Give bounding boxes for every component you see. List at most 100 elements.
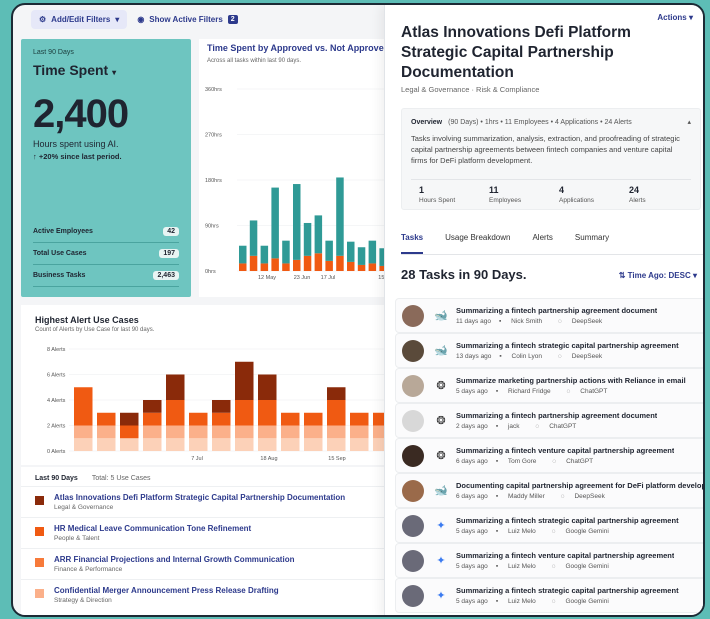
task-row[interactable]: ✦ Summarizing a fintech venture capital p… <box>395 543 703 578</box>
use-case-item[interactable]: Confidential Merger Announcement Press R… <box>21 579 385 610</box>
bar-segment <box>235 438 254 451</box>
bar-segment <box>327 425 346 439</box>
task-row[interactable]: 🐋 Summarizing a fintech partnership agree… <box>395 298 703 333</box>
bar-segment <box>235 400 254 426</box>
chevron-up-icon[interactable]: ▴ <box>687 118 691 126</box>
add-edit-filters-button[interactable]: ⚙ Add/Edit Filters ▾ <box>31 9 128 29</box>
bar-approved <box>368 240 377 264</box>
overview-description: Tasks involving summarization, analysis,… <box>411 134 680 165</box>
task-row[interactable]: 🐋 Documenting capital partnership agreeme… <box>395 473 703 508</box>
bar-not-approved <box>249 255 258 271</box>
bar-segment <box>189 438 208 451</box>
task-name: Summarizing a fintech strategic capital … <box>456 516 679 525</box>
task-row[interactable]: ❂ Summarizing a fintech partnership agree… <box>395 403 703 438</box>
task-row[interactable]: ❂ Summarizing a fintech venture capital p… <box>395 438 703 473</box>
bar-segment <box>258 400 277 426</box>
bar-not-approved <box>260 263 269 271</box>
task-app: Google Gemini <box>565 598 609 605</box>
chevron-down-icon: ▾ <box>692 271 697 280</box>
bar-segment <box>143 400 162 413</box>
app-window: ⚙ Add/Edit Filters ▾ ◉ Show Active Filte… <box>11 3 705 617</box>
task-ago: 2 days ago <box>456 423 488 430</box>
task-meta: 5 days ago ▪ Luiz Melo ◌ Google Gemini <box>456 598 679 605</box>
bar-segment <box>166 425 185 439</box>
task-name: Summarizing a fintech strategic capital … <box>456 586 679 595</box>
app-icon: ◌ <box>551 528 556 535</box>
app-icon: ◌ <box>535 423 540 430</box>
bar-segment <box>166 400 185 426</box>
bar-segment <box>97 425 116 439</box>
task-ago: 6 days ago <box>456 458 488 465</box>
user-icon: ▪ <box>499 353 502 360</box>
detail-tabs: Tasks Usage Breakdown Alerts Summary <box>401 233 703 255</box>
sort-button[interactable]: ⇅ Time Ago: DESC ▾ <box>619 271 697 280</box>
overview-card: Overview (90 Days) • 1hrs • 11 Employees… <box>401 108 701 210</box>
bar-approved <box>303 222 312 256</box>
bar-approved <box>260 245 269 264</box>
user-icon: ▪ <box>495 388 499 395</box>
bar-approved <box>271 187 279 259</box>
filter-icon: ⚙ <box>39 14 47 24</box>
y-tick-label: 2 Alerts <box>47 424 66 430</box>
bar-not-approved <box>347 261 355 271</box>
task-user: Luiz Melo <box>507 528 536 535</box>
task-ago: 5 days ago <box>456 388 488 395</box>
avatar <box>402 339 424 362</box>
sort-icon: ⇅ <box>618 271 626 280</box>
bar-segment <box>143 438 162 451</box>
arrow-up-icon: ↑ <box>33 152 37 161</box>
bar-approved <box>239 245 247 264</box>
task-app: Google Gemini <box>565 528 609 535</box>
tab-alerts[interactable]: Alerts <box>532 233 552 254</box>
use-case-item[interactable]: Atlas Innovations Defi Platform Strategi… <box>21 486 385 517</box>
task-user: Richard Fridge <box>507 388 551 395</box>
avatar <box>402 584 424 607</box>
bar-approved <box>249 220 258 256</box>
task-row[interactable]: ✦ Summarizing a fintech strategic capital… <box>395 508 703 543</box>
use-case-item[interactable]: HR Medical Leave Communication Tone Refi… <box>21 517 385 548</box>
bar-segment <box>120 412 139 426</box>
task-app: ChatGPT <box>549 423 577 430</box>
bar-segment <box>189 425 208 439</box>
time-spent-chart-card: Time Spent by Approved vs. Not Approved … <box>199 39 389 297</box>
avatar <box>402 479 424 502</box>
bar-segment <box>281 412 300 426</box>
task-row[interactable]: 🐋 Summarizing a fintech strategic capital… <box>395 333 703 368</box>
eye-icon: ◉ <box>137 14 145 24</box>
deepseek-icon: 🐋 <box>434 345 448 357</box>
bar-segment <box>304 425 323 439</box>
task-ago: 11 days ago <box>456 318 491 325</box>
deepseek-icon: 🐋 <box>434 485 448 497</box>
overview-header[interactable]: Overview (90 Days) • 1hrs • 11 Employees… <box>411 119 632 126</box>
task-row[interactable]: ❂ Summarize marketing partnership actions… <box>395 368 703 403</box>
bar-segment <box>97 412 116 426</box>
use-case-list: Last 90 Days Total: 5 Use Cases Atlas In… <box>21 467 385 615</box>
show-active-filters-button[interactable]: ◉ Show Active Filters 2 <box>137 14 238 24</box>
deepseek-icon: 🐋 <box>434 310 448 322</box>
task-name: Summarizing a fintech venture capital pa… <box>456 446 675 455</box>
task-meta: 5 days ago ▪ Luiz Melo ◌ Google Gemini <box>456 528 679 535</box>
user-icon: ▪ <box>495 598 499 605</box>
bar-segment <box>235 425 254 439</box>
tab-tasks[interactable]: Tasks <box>401 233 424 254</box>
avatar <box>402 514 424 537</box>
tab-usage-breakdown[interactable]: Usage Breakdown <box>445 233 510 254</box>
bar-not-approved <box>357 264 366 271</box>
bar-segment <box>166 438 185 451</box>
avatar <box>402 409 424 432</box>
tab-summary[interactable]: Summary <box>575 233 609 254</box>
task-row[interactable]: ✦ Summarizing a fintech strategic capital… <box>395 578 703 613</box>
stat-alerts: 24 Alerts <box>629 185 646 204</box>
kpi-title[interactable]: Time Spent ▾ <box>33 62 179 78</box>
stat-applications: 4 Applications <box>559 185 595 204</box>
avatar <box>402 304 424 327</box>
bar-segment <box>350 425 369 439</box>
actions-menu-button[interactable]: Actions ▾ <box>657 13 693 22</box>
kpi-row: Total Use Cases 197 <box>33 243 179 265</box>
y-tick-label: 0hrs <box>205 269 216 275</box>
bar-not-approved <box>293 259 301 271</box>
overview-stats: 1 Hours Spent 11 Employees 4 Applications 2… <box>411 179 691 204</box>
bar-segment <box>74 387 93 426</box>
x-tick-label: 23 Jun <box>294 275 311 281</box>
use-case-item[interactable]: ARR Financial Projections and Internal G… <box>21 548 385 579</box>
